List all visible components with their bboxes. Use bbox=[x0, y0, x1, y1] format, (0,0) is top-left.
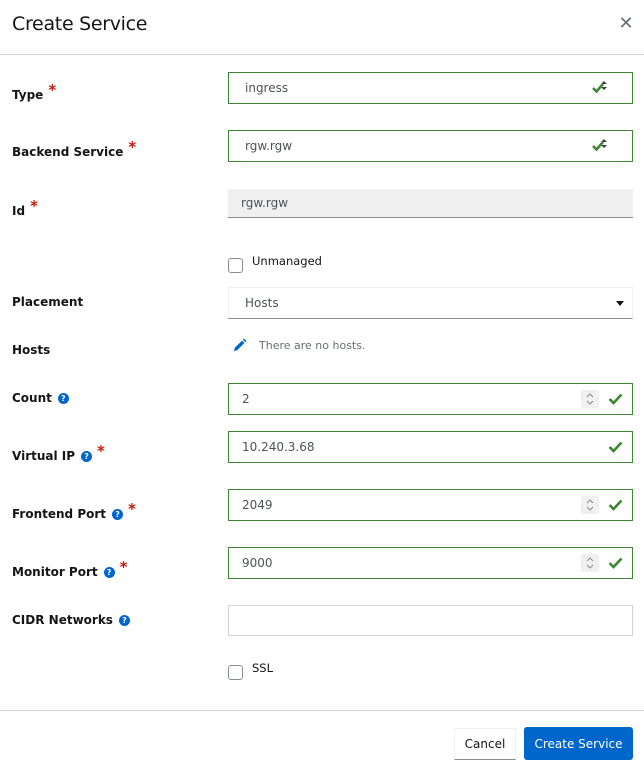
check-icon bbox=[608, 441, 623, 453]
type-select[interactable]: ingress bbox=[228, 72, 633, 104]
unmanaged-checkbox[interactable] bbox=[228, 258, 243, 273]
count-label-text: Count bbox=[12, 391, 52, 405]
unmanaged-row: Unmanaged bbox=[228, 254, 322, 273]
monitor-port-input[interactable]: 9000 bbox=[228, 547, 633, 579]
count-input-value: 2 bbox=[242, 392, 250, 406]
help-icon[interactable]: ? bbox=[118, 614, 130, 626]
monitor-port-label-text: Monitor Port bbox=[12, 565, 98, 579]
help-icon[interactable]: ? bbox=[81, 450, 93, 462]
help-icon[interactable]: ? bbox=[57, 392, 69, 404]
required-marker: * bbox=[48, 81, 57, 99]
spinner-arrows-icon bbox=[586, 393, 594, 405]
create-service-button[interactable]: Create Service bbox=[524, 727, 633, 760]
required-marker: * bbox=[128, 138, 137, 156]
ssl-label: SSL bbox=[252, 661, 274, 675]
dialog-title: Create Service bbox=[12, 13, 148, 35]
hosts-label: Hosts bbox=[12, 343, 50, 357]
help-icon[interactable]: ? bbox=[112, 508, 124, 520]
frontend-port-label-text: Frontend Port bbox=[12, 507, 107, 521]
number-spinner[interactable] bbox=[581, 496, 599, 514]
monitor-port-label: Monitor Port? * bbox=[12, 558, 127, 581]
valid-select-icon bbox=[592, 139, 607, 152]
count-label: Count? bbox=[12, 391, 69, 405]
cancel-button[interactable]: Cancel bbox=[454, 728, 516, 760]
type-label-text: Type bbox=[12, 88, 44, 102]
pencil-icon[interactable] bbox=[233, 339, 246, 352]
frontend-port-label: Frontend Port? * bbox=[12, 500, 136, 523]
close-icon[interactable]: ✕ bbox=[618, 13, 634, 33]
ssl-checkbox[interactable] bbox=[228, 665, 243, 680]
placement-label-text: Placement bbox=[12, 295, 84, 309]
caret-down-icon bbox=[616, 301, 624, 306]
frontend-port-input[interactable]: 2049 bbox=[228, 489, 633, 521]
backend-service-label-text: Backend Service bbox=[12, 145, 124, 159]
type-select-value: ingress bbox=[245, 81, 289, 95]
virtual-ip-value: 10.240.3.68 bbox=[242, 440, 315, 454]
required-marker: * bbox=[30, 197, 38, 215]
check-icon bbox=[608, 393, 623, 405]
placement-select-value: Hosts bbox=[245, 296, 279, 310]
number-spinner[interactable] bbox=[581, 554, 599, 572]
help-icon[interactable]: ? bbox=[103, 566, 115, 578]
cidr-networks-label: CIDR Networks? bbox=[12, 613, 130, 627]
check-icon bbox=[608, 499, 623, 511]
cidr-networks-label-text: CIDR Networks bbox=[12, 613, 113, 627]
check-icon bbox=[608, 557, 623, 569]
id-label: Id * bbox=[12, 197, 38, 220]
spinner-arrows-icon bbox=[586, 557, 594, 569]
ssl-row: SSL bbox=[228, 661, 273, 680]
no-hosts-text: There are no hosts. bbox=[259, 339, 366, 352]
number-spinner[interactable] bbox=[581, 390, 599, 408]
monitor-port-value: 9000 bbox=[242, 556, 273, 570]
type-label: Type * bbox=[12, 81, 56, 104]
placement-select[interactable]: Hosts bbox=[228, 287, 633, 319]
virtual-ip-input[interactable]: 10.240.3.68 bbox=[228, 431, 633, 463]
backend-service-value: rgw.rgw bbox=[245, 139, 293, 153]
virtual-ip-label-text: Virtual IP bbox=[12, 449, 76, 463]
unmanaged-label: Unmanaged bbox=[252, 254, 322, 268]
count-input[interactable]: 2 bbox=[228, 383, 633, 415]
hosts-label-text: Hosts bbox=[12, 343, 51, 357]
backend-service-select[interactable]: rgw.rgw bbox=[228, 130, 633, 162]
id-input-value: rgw.rgw bbox=[241, 196, 289, 210]
spinner-arrows-icon bbox=[586, 499, 594, 511]
frontend-port-value: 2049 bbox=[242, 498, 273, 512]
required-marker: * bbox=[128, 500, 136, 518]
hosts-row: There are no hosts. bbox=[233, 339, 365, 352]
id-input[interactable]: rgw.rgw bbox=[228, 189, 633, 218]
id-label-text: Id bbox=[12, 204, 26, 218]
virtual-ip-label: Virtual IP? * bbox=[12, 442, 105, 465]
valid-select-icon bbox=[592, 81, 607, 94]
cidr-networks-input[interactable] bbox=[228, 605, 633, 636]
backend-service-label: Backend Service * bbox=[12, 138, 136, 161]
dialog-header: Create Service ✕ bbox=[0, 0, 644, 55]
required-marker: * bbox=[119, 558, 128, 576]
placement-label: Placement bbox=[12, 295, 83, 309]
required-marker: * bbox=[97, 442, 105, 460]
